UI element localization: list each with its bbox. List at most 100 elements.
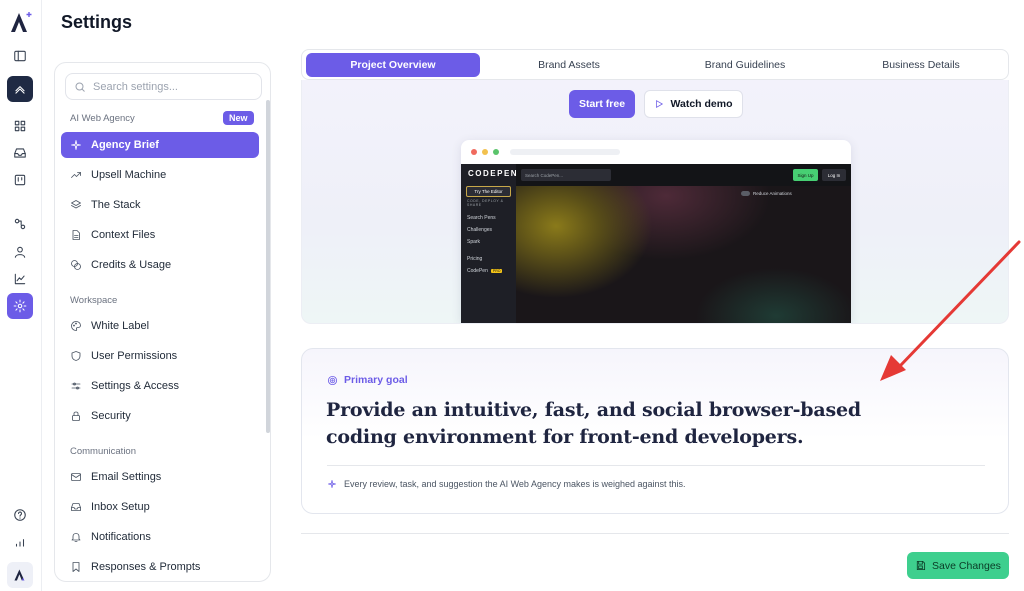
codepen-reduce-label: Reduce Animations <box>753 191 792 196</box>
sidebar-scrollbar[interactable] <box>266 100 270 433</box>
sidebar-item-inbox-setup[interactable]: Inbox Setup <box>61 494 259 520</box>
home-icon[interactable] <box>7 76 33 102</box>
help-icon[interactable] <box>7 502 33 528</box>
divider <box>327 465 985 466</box>
watch-demo-label: Watch demo <box>670 98 733 110</box>
shield-icon <box>71 351 81 361</box>
board-icon[interactable] <box>7 167 33 193</box>
tab-brand-assets[interactable]: Brand Assets <box>482 53 656 77</box>
inbox-icon[interactable] <box>7 140 33 166</box>
inbox-icon <box>71 503 81 511</box>
close-dot-icon <box>471 149 477 155</box>
page-title: Settings <box>61 12 133 32</box>
save-changes-label: Save Changes <box>932 559 1001 572</box>
sidebar-item-notifications[interactable]: Notifications <box>61 524 259 550</box>
analytics-icon[interactable] <box>7 266 33 292</box>
sidebar-item-label: Inbox Setup <box>91 501 150 513</box>
sidebar-item-responses-prompts[interactable]: Responses & Prompts <box>61 554 259 580</box>
codepen-logo: CODEPEN <box>468 169 519 178</box>
sidebar-item-label: Notifications <box>91 531 151 543</box>
sidebar-item-label: Security <box>91 410 131 422</box>
sidebar-item-label: User Permissions <box>91 350 178 362</box>
sidebar-item-security[interactable]: Security <box>61 403 259 429</box>
codepen-nav-item: Search Pens <box>467 215 496 221</box>
sidebar-item-upsell-machine[interactable]: Upsell Machine <box>61 162 259 188</box>
tab-project-overview[interactable]: Project Overview <box>306 53 480 77</box>
bell-icon <box>71 533 81 542</box>
layers-icon <box>71 200 81 209</box>
panel-toggle-icon[interactable] <box>7 43 33 69</box>
codepen-screenshot: CODEPEN Try The Editor CODE, DEPLOY & SH… <box>461 164 851 323</box>
codepen-sidebar: CODEPEN Try The Editor CODE, DEPLOY & SH… <box>461 164 519 323</box>
codepen-nav-label: CodePen <box>467 268 488 274</box>
sidebar-item-settings-access[interactable]: Settings & Access <box>61 373 259 399</box>
brand-mark-icon[interactable] <box>7 562 33 588</box>
sidebar-item-agency-brief[interactable]: Agency Brief <box>61 132 259 158</box>
maximize-dot-icon <box>493 149 499 155</box>
sidebar-item-label: Upsell Machine <box>91 169 167 181</box>
sidebar-item-label: White Label <box>91 320 150 332</box>
footer-divider <box>301 533 1009 534</box>
settings-gear-icon[interactable] <box>7 293 33 319</box>
save-icon <box>916 560 926 571</box>
watch-demo-button[interactable]: Watch demo <box>644 90 743 118</box>
app-logo-icon[interactable] <box>8 9 34 35</box>
sidebar-item-label: Email Settings <box>91 471 162 483</box>
primary-goal-card: Primary goal Provide an intuitive, fast,… <box>301 348 1009 514</box>
codepen-topbar: Search CodePen... Sign Up Log In <box>516 164 851 186</box>
sidebar-item-label: Context Files <box>91 229 156 241</box>
grid-icon[interactable] <box>7 113 33 139</box>
search-icon <box>75 82 85 92</box>
codepen-nav-item: Spark <box>467 239 481 245</box>
codepen-signup: Sign Up <box>793 169 818 181</box>
start-free-button[interactable]: Start free <box>569 90 635 118</box>
sidebar-item-context-files[interactable]: Context Files <box>61 222 259 248</box>
sidebar-item-white-label[interactable]: White Label <box>61 313 259 339</box>
codepen-nav-item: Pricing <box>467 256 483 262</box>
website-preview-panel: Start free Watch demo CODEPEN Try The Ed… <box>301 80 1009 324</box>
sparkle-icon <box>328 480 336 488</box>
tab-brand-guidelines[interactable]: Brand Guidelines <box>658 53 832 77</box>
sidebar-item-the-stack[interactable]: The Stack <box>61 192 259 218</box>
sidebar-item-user-permissions[interactable]: User Permissions <box>61 343 259 369</box>
tab-bar: Project Overview Brand Assets Brand Guid… <box>301 49 1009 80</box>
sidebar-item-credits-usage[interactable]: Credits & Usage <box>61 252 259 278</box>
save-changes-button[interactable]: Save Changes <box>907 552 1009 579</box>
sidebar-item-label: Agency Brief <box>91 139 159 151</box>
section-heading-ai-web-agency: AI Web Agency <box>70 113 135 124</box>
codepen-nav-codepen: CodePen PRO <box>467 268 503 274</box>
sidebar-item-label: The Stack <box>91 199 141 211</box>
target-icon <box>327 375 338 385</box>
user-icon[interactable] <box>7 239 33 265</box>
sidebar-item-email-settings[interactable]: Email Settings <box>61 464 259 490</box>
settings-sidebar: AI Web Agency New Agency Brief Upsell Ma… <box>54 62 271 582</box>
primary-goal-label-text: Primary goal <box>344 374 408 386</box>
tab-business-details[interactable]: Business Details <box>834 53 1008 77</box>
settings-search-input[interactable] <box>93 80 253 93</box>
toggle-icon <box>741 191 750 196</box>
icon-rail <box>0 0 42 591</box>
signal-bars-icon[interactable] <box>7 529 33 555</box>
codepen-nav-item: Challenges <box>467 227 493 233</box>
codepen-login: Log In <box>822 169 846 181</box>
codepen-hero-art <box>516 186 851 323</box>
mail-icon <box>71 473 81 481</box>
minimize-dot-icon <box>482 149 488 155</box>
workflow-icon[interactable] <box>7 211 33 237</box>
file-icon <box>72 230 80 240</box>
codepen-pro-badge: PRO <box>490 268 503 273</box>
bookmark-icon <box>72 562 80 572</box>
new-badge: New <box>223 111 254 125</box>
codepen-tagline: CODE, DEPLOY & SHARE <box>467 199 504 207</box>
trend-up-icon <box>71 172 81 178</box>
section-heading-communication: Communication <box>70 446 136 457</box>
section-heading-workspace: Workspace <box>70 295 118 306</box>
primary-goal-text: Provide an intuitive, fast, and social b… <box>326 399 861 448</box>
settings-app: Settings AI Web Agency New Agency Brief … <box>0 0 1024 591</box>
sliders-icon <box>71 382 81 390</box>
address-bar <box>510 149 620 155</box>
sidebar-item-label: Responses & Prompts <box>91 561 201 573</box>
codepen-try-editor: Try The Editor <box>466 186 511 197</box>
goal-note-text: Every review, task, and suggestion the A… <box>344 479 686 489</box>
goal-note: Every review, task, and suggestion the A… <box>327 479 686 489</box>
